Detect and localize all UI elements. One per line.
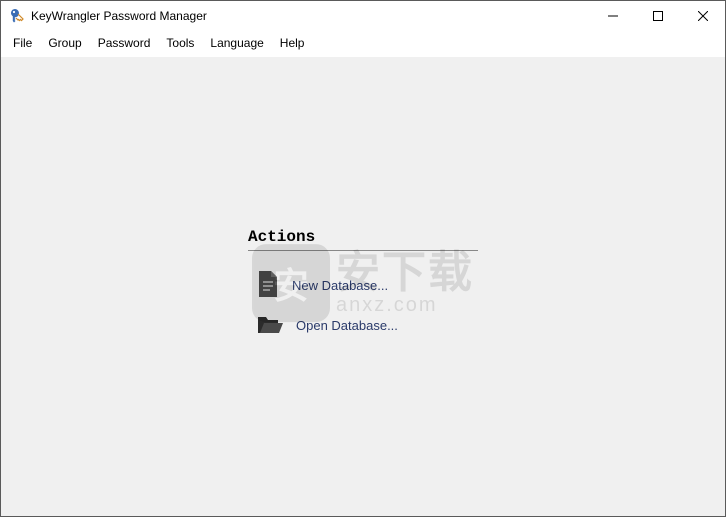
maximize-icon — [653, 11, 663, 21]
actions-heading: Actions — [248, 228, 478, 251]
title-bar: KeyWrangler Password Manager — [1, 1, 725, 31]
close-button[interactable] — [680, 1, 725, 31]
menu-tools[interactable]: Tools — [158, 34, 202, 52]
close-icon — [698, 11, 708, 21]
file-icon — [256, 270, 280, 301]
open-database-action[interactable]: Open Database... — [248, 305, 478, 345]
new-database-action[interactable]: New Database... — [248, 265, 478, 305]
minimize-button[interactable] — [590, 1, 635, 31]
actions-panel: Actions New Database... — [248, 228, 478, 345]
window-title: KeyWrangler Password Manager — [31, 9, 207, 23]
minimize-icon — [608, 11, 618, 21]
client-area: 安 安下载 anxz.com Actions New — [1, 57, 725, 516]
app-window: KeyWrangler Password Manager File Group … — [0, 0, 726, 517]
new-database-label: New Database... — [292, 278, 388, 293]
maximize-button[interactable] — [635, 1, 680, 31]
menu-group[interactable]: Group — [40, 34, 89, 52]
menu-language[interactable]: Language — [202, 34, 271, 52]
folder-open-icon — [256, 312, 284, 339]
app-icon — [9, 8, 25, 24]
menu-password[interactable]: Password — [90, 34, 159, 52]
menu-file[interactable]: File — [5, 34, 40, 52]
menu-help[interactable]: Help — [272, 34, 313, 52]
menu-bar: File Group Password Tools Language Help — [1, 31, 725, 57]
open-database-label: Open Database... — [296, 318, 398, 333]
